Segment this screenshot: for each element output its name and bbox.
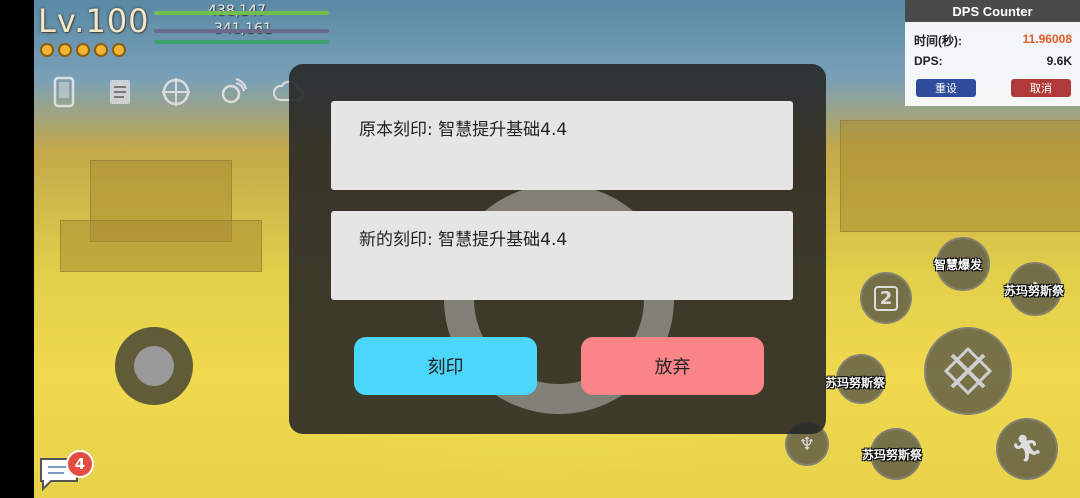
new-imprint-card: 新的刻印: 智慧提升基础4.4 <box>331 211 793 300</box>
dps-label: DPS: <box>914 54 943 68</box>
hp-bar <box>154 11 329 15</box>
coin-icon <box>58 43 72 57</box>
imprint-button[interactable]: 刻印 <box>354 337 537 395</box>
original-imprint-card: 原本刻印: 智慧提升基础4.4 <box>331 101 793 190</box>
ruin-wall-right <box>840 120 1080 232</box>
slot-2-icon: 2 <box>873 285 899 311</box>
ruin-stone-block <box>60 220 262 272</box>
new-imprint-text: 新的刻印: 智慧提升基础4.4 <box>359 230 568 250</box>
hud-icon-row <box>46 76 306 108</box>
coin-icon <box>76 43 90 57</box>
dps-value: 9.6K <box>1046 54 1072 68</box>
skill-sumanusi-bottom-label: 苏玛努斯祭 <box>862 448 923 462</box>
imprint-dialog: 原本刻印: 智慧提升基础4.4 新的刻印: 智慧提升基础4.4 刻印 放弃 <box>289 64 826 434</box>
dps-time-row: 时间(秒): 11.96008 <box>914 32 1072 49</box>
crossed-swords-icon <box>943 346 993 396</box>
coin-icon <box>94 43 108 57</box>
skill-sumanusi-top-label: 苏玛努斯祭 <box>1004 284 1065 298</box>
coin-icon <box>112 43 126 57</box>
skill-sumanusi-mid-label: 苏玛努斯祭 <box>825 376 886 390</box>
chat-unread-badge: 4 <box>66 450 94 478</box>
main-attack-button[interactable] <box>924 327 1012 415</box>
original-imprint-text: 原本刻印: 智慧提升基础4.4 <box>359 120 568 140</box>
left-edge-bar <box>0 0 34 498</box>
player-level: Lv.100 <box>38 2 150 40</box>
virtual-joystick[interactable] <box>115 327 193 405</box>
exp-bar <box>154 40 329 44</box>
phone-icon[interactable] <box>46 76 82 108</box>
coin-icon <box>40 43 54 57</box>
target-icon[interactable] <box>158 76 194 108</box>
scroll-icon[interactable] <box>102 76 138 108</box>
coin-row <box>40 43 126 57</box>
dps-counter-panel: DPS Counter 时间(秒): 11.96008 DPS: 9.6K 重设… <box>905 0 1080 106</box>
dps-cancel-button[interactable]: 取消 <box>1011 79 1071 97</box>
dps-time-value: 11.96008 <box>1022 32 1072 46</box>
skill-slot-2-button[interactable]: 2 <box>860 272 912 324</box>
dps-time-label: 时间(秒): <box>914 34 962 48</box>
skill-dash-button[interactable]: 🏃︎ <box>996 418 1058 480</box>
signal-icon[interactable] <box>214 76 250 108</box>
running-figure-icon: 🏃︎ <box>1010 434 1044 464</box>
mp-bar <box>154 29 329 33</box>
joystick-knob[interactable] <box>134 346 174 386</box>
dps-reset-button[interactable]: 重设 <box>916 79 976 97</box>
dps-value-row: DPS: 9.6K <box>914 54 1072 68</box>
dps-counter-title: DPS Counter <box>905 0 1080 22</box>
horned-emblem-icon: ♆ <box>798 433 816 455</box>
discard-button[interactable]: 放弃 <box>581 337 764 395</box>
skill-wisdom-burst-label: 智慧爆发 <box>934 258 983 272</box>
